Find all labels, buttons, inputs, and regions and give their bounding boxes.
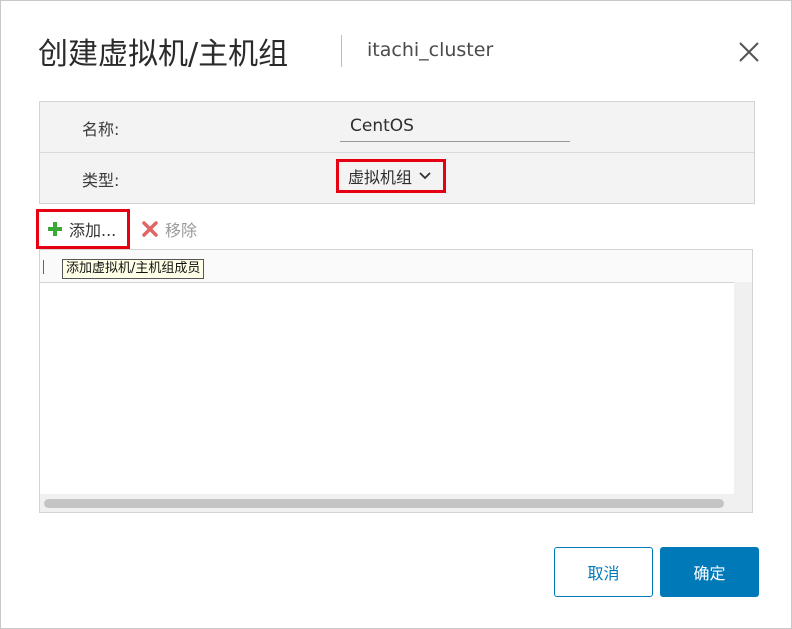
plus-icon (48, 222, 62, 236)
name-input[interactable] (340, 110, 570, 142)
ok-button[interactable]: 确定 (660, 547, 759, 597)
type-row: 类型: 虚拟机组 (40, 153, 754, 203)
form-panel: 名称: 类型: 虚拟机组 (39, 101, 755, 204)
cancel-button[interactable]: 取消 (554, 547, 653, 597)
dialog-subtitle: itachi_cluster (367, 39, 494, 61)
add-button[interactable]: 添加... (36, 209, 130, 249)
column-resize-handle[interactable] (43, 260, 44, 274)
remove-button[interactable]: 移除 (141, 216, 197, 242)
type-select-value: 虚拟机组 (348, 168, 413, 187)
chevron-down-icon (419, 172, 431, 180)
dialog-title: 创建虚拟机/主机组 (38, 37, 289, 72)
x-icon (142, 221, 158, 237)
title-divider (341, 35, 342, 67)
type-select[interactable]: 虚拟机组 (336, 159, 446, 193)
vertical-scrollbar[interactable] (734, 282, 752, 494)
add-tooltip: 添加虚拟机/主机组成员 (62, 259, 205, 279)
dialog: 创建虚拟机/主机组 itachi_cluster 名称: 类型: 虚拟机组 (0, 0, 792, 629)
horizontal-scrollbar[interactable] (40, 494, 752, 512)
horizontal-scroll-thumb[interactable] (44, 499, 724, 508)
members-grid (39, 249, 753, 513)
type-label: 类型: (82, 171, 120, 190)
add-button-label: 添加... (69, 221, 117, 240)
name-row: 名称: (40, 102, 754, 153)
name-label: 名称: (82, 120, 120, 139)
close-button[interactable] (736, 39, 762, 65)
close-icon (739, 42, 759, 62)
remove-button-label: 移除 (165, 221, 198, 240)
